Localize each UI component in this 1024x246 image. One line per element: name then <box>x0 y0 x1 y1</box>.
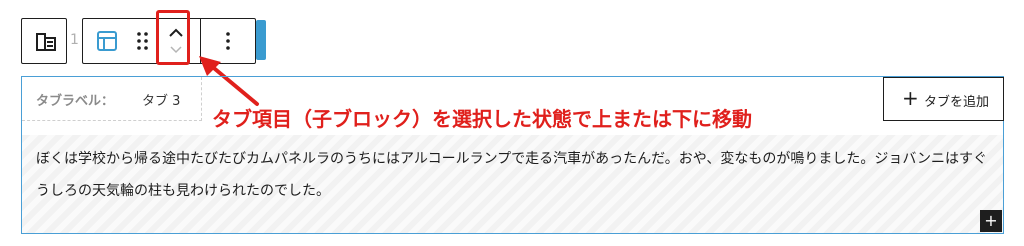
tab-layout-button[interactable] <box>83 19 129 63</box>
drag-handle-icon <box>137 32 148 50</box>
add-tab-label: タブを追加 <box>924 95 990 110</box>
tab-label-key: タブラベル： <box>36 94 115 109</box>
plus-icon: + <box>902 86 919 110</box>
tab-label-value: タブ 3 <box>142 94 181 109</box>
annotation-text: タブ項目（子ブロック）を選択した状態で上または下に移動 <box>212 107 752 131</box>
block-type-button[interactable] <box>21 18 67 64</box>
tab-content[interactable]: ぼくは学校から帰る途中たびたびカムパネルラのうちにはアルコールランプで走る汽車が… <box>22 135 1003 233</box>
tab-block[interactable]: タブラベル： タブ 3 + タブを追加 ぼくは学校から帰る途中たびたびカムパネル… <box>21 76 1004 234</box>
highlight-box <box>156 10 190 65</box>
tab-layout-icon <box>97 31 117 51</box>
tab-block-icon <box>36 33 56 51</box>
drag-handle[interactable] <box>129 19 157 63</box>
tab-content-text: ぼくは学校から帰る途中たびたびカムパネルラのうちにはアルコールランプで走る汽車が… <box>36 151 988 199</box>
level-digit: 1 <box>70 32 79 48</box>
tab-label-bar[interactable]: タブラベル： タブ 3 <box>22 77 202 121</box>
add-tab-button[interactable]: + タブを追加 <box>883 77 1004 121</box>
add-block-button[interactable]: + <box>980 210 1002 232</box>
